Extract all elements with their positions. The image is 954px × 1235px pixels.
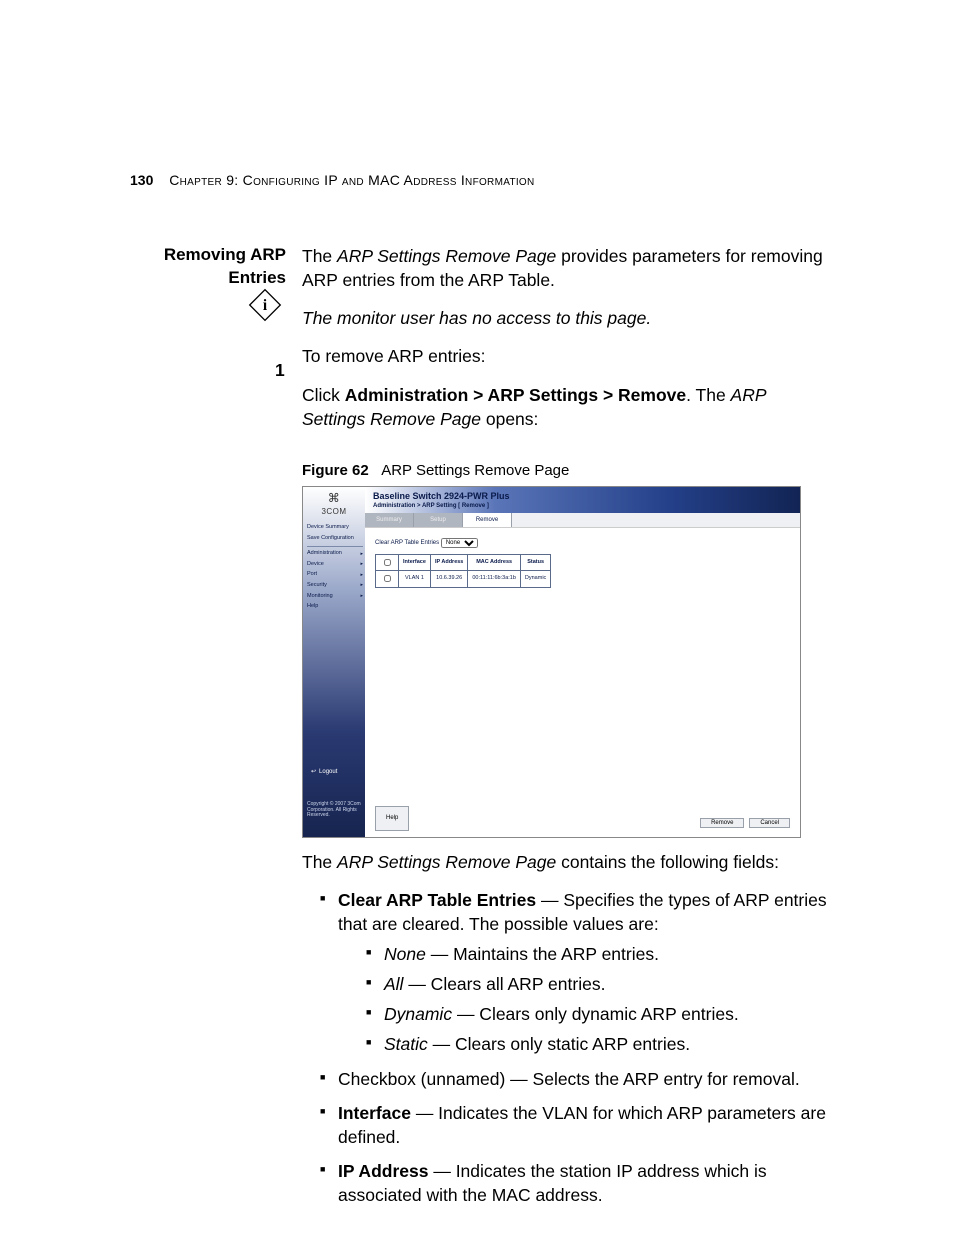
col-ip: IP Address bbox=[430, 554, 467, 571]
copyright-text: Copyright © 2007 3Com Corporation. All R… bbox=[307, 802, 361, 819]
select-all-checkbox[interactable] bbox=[384, 559, 391, 566]
list-item: Checkbox (unnamed) — Selects the ARP ent… bbox=[320, 1067, 832, 1091]
brand-text: 3COM bbox=[321, 507, 346, 516]
to-remove-line: To remove ARP entries: bbox=[302, 344, 832, 368]
text: contains the following fields: bbox=[556, 852, 779, 872]
field-name: Interface bbox=[338, 1103, 411, 1123]
nav-device[interactable]: Device bbox=[307, 559, 363, 570]
value-desc: — Clears only dynamic ARP entries. bbox=[452, 1004, 739, 1024]
text: Click bbox=[302, 385, 345, 405]
nav-save-config[interactable]: Save Configuration bbox=[307, 533, 363, 544]
value-list: None — Maintains the ARP entries. All — … bbox=[366, 942, 832, 1057]
nav-security[interactable]: Security bbox=[307, 580, 363, 591]
field-desc: — Indicates the VLAN for which ARP param… bbox=[338, 1103, 826, 1147]
access-note: The monitor user has no access to this p… bbox=[302, 306, 832, 330]
nav-administration[interactable]: Administration bbox=[307, 549, 363, 560]
chapter-title: Chapter 9: Configuring IP and MAC Addres… bbox=[169, 172, 534, 188]
svg-text:i: i bbox=[263, 297, 268, 314]
field-list: Clear ARP Table Entries — Specifies the … bbox=[320, 888, 832, 1208]
value-desc: — Clears only static ARP entries. bbox=[428, 1034, 690, 1054]
running-header: 130 Chapter 9: Configuring IP and MAC Ad… bbox=[130, 172, 535, 188]
list-item: Clear ARP Table Entries — Specifies the … bbox=[320, 888, 832, 1057]
text: . The bbox=[686, 385, 730, 405]
info-icon: i bbox=[248, 288, 282, 322]
cell-ip: 10.6.39.26 bbox=[430, 571, 467, 588]
field-desc: Checkbox (unnamed) — Selects the ARP ent… bbox=[338, 1069, 800, 1089]
list-item: Interface — Indicates the VLAN for which… bbox=[320, 1101, 832, 1149]
value-desc: — Clears all ARP entries. bbox=[403, 974, 605, 994]
section-heading: Removing ARP Entries bbox=[130, 244, 286, 290]
tab-summary[interactable]: Summary bbox=[365, 513, 414, 527]
list-item: Static — Clears only static ARP entries. bbox=[366, 1032, 832, 1056]
clear-arp-line: Clear ARP Table Entries None bbox=[375, 538, 790, 548]
screenshot-main: Baseline Switch 2924-PWR Plus Administra… bbox=[365, 487, 800, 837]
button-bar: Help Remove Cancel bbox=[375, 806, 790, 830]
page-name-italic: ARP Settings Remove Page bbox=[337, 852, 556, 872]
help-button[interactable]: Help bbox=[375, 806, 409, 830]
list-item: Dynamic — Clears only dynamic ARP entrie… bbox=[366, 1002, 832, 1026]
nav-port[interactable]: Port bbox=[307, 570, 363, 581]
value-desc: — Maintains the ARP entries. bbox=[426, 944, 659, 964]
text: opens: bbox=[481, 409, 538, 429]
value-name: All bbox=[384, 974, 403, 994]
nav-list: Device Summary Save Configuration Admini… bbox=[307, 523, 363, 613]
arp-table: Interface IP Address MAC Address Status … bbox=[375, 554, 551, 588]
cell-mac: 00:11:11:6b:3a:1b bbox=[468, 571, 521, 588]
nav-path: Administration > ARP Settings > Remove bbox=[345, 385, 686, 405]
logout-link[interactable]: Logout bbox=[311, 768, 337, 776]
nav-help[interactable]: Help bbox=[307, 602, 363, 613]
text: The bbox=[302, 852, 337, 872]
remove-button[interactable]: Remove bbox=[700, 818, 744, 828]
cell-status: Dynamic bbox=[520, 571, 550, 588]
col-interface: Interface bbox=[399, 554, 431, 571]
col-mac: MAC Address bbox=[468, 554, 521, 571]
table-row: VLAN 1 10.6.39.26 00:11:11:6b:3a:1b Dyna… bbox=[376, 571, 551, 588]
page-name-italic: ARP Settings Remove Page bbox=[337, 246, 556, 266]
intro-paragraph: The ARP Settings Remove Page provides pa… bbox=[302, 244, 832, 292]
title-bar: Baseline Switch 2924-PWR Plus Administra… bbox=[365, 487, 800, 513]
figure-label: Figure 62 bbox=[302, 462, 369, 479]
col-checkbox bbox=[376, 554, 399, 571]
field-name: Clear ARP Table Entries bbox=[338, 890, 536, 910]
screenshot: ⌘3COM Device Summary Save Configuration … bbox=[302, 486, 801, 838]
field-name: IP Address bbox=[338, 1161, 428, 1181]
value-name: Dynamic bbox=[384, 1004, 452, 1024]
value-name: Static bbox=[384, 1034, 428, 1054]
clear-arp-label: Clear ARP Table Entries bbox=[375, 540, 439, 546]
tab-bar: Summary Setup Remove bbox=[365, 513, 800, 528]
figure-caption: Figure 62 ARP Settings Remove Page bbox=[302, 461, 832, 482]
value-name: None bbox=[384, 944, 426, 964]
nav-device-summary[interactable]: Device Summary bbox=[307, 523, 363, 534]
text: The bbox=[302, 246, 337, 266]
page-number: 130 bbox=[130, 172, 153, 188]
list-item: All — Clears all ARP entries. bbox=[366, 972, 832, 996]
screenshot-sidebar: ⌘3COM Device Summary Save Configuration … bbox=[303, 487, 365, 837]
figure-title: ARP Settings Remove Page bbox=[381, 462, 569, 479]
product-title: Baseline Switch 2924-PWR Plus bbox=[373, 490, 792, 502]
step-1-body: Click Administration > ARP Settings > Re… bbox=[302, 383, 832, 431]
step-number: 1 bbox=[275, 360, 285, 381]
cell-interface: VLAN 1 bbox=[399, 571, 431, 588]
col-status: Status bbox=[520, 554, 550, 571]
contains-line: The ARP Settings Remove Page contains th… bbox=[302, 850, 832, 874]
clear-arp-select[interactable]: None bbox=[441, 538, 478, 548]
tab-setup[interactable]: Setup bbox=[414, 513, 463, 527]
nav-monitoring[interactable]: Monitoring bbox=[307, 591, 363, 602]
tab-remove[interactable]: Remove bbox=[463, 513, 512, 527]
list-item: IP Address — Indicates the station IP ad… bbox=[320, 1159, 832, 1207]
row-checkbox[interactable] bbox=[384, 575, 391, 582]
cancel-button[interactable]: Cancel bbox=[749, 818, 790, 828]
nav-separator bbox=[307, 546, 363, 547]
screenshot-content: Clear ARP Table Entries None Interface I… bbox=[365, 528, 800, 598]
list-item: None — Maintains the ARP entries. bbox=[366, 942, 832, 966]
breadcrumb: Administration > ARP Setting [ Remove ] bbox=[373, 502, 792, 510]
brand-logo: ⌘3COM bbox=[303, 490, 365, 518]
table-header-row: Interface IP Address MAC Address Status bbox=[376, 554, 551, 571]
